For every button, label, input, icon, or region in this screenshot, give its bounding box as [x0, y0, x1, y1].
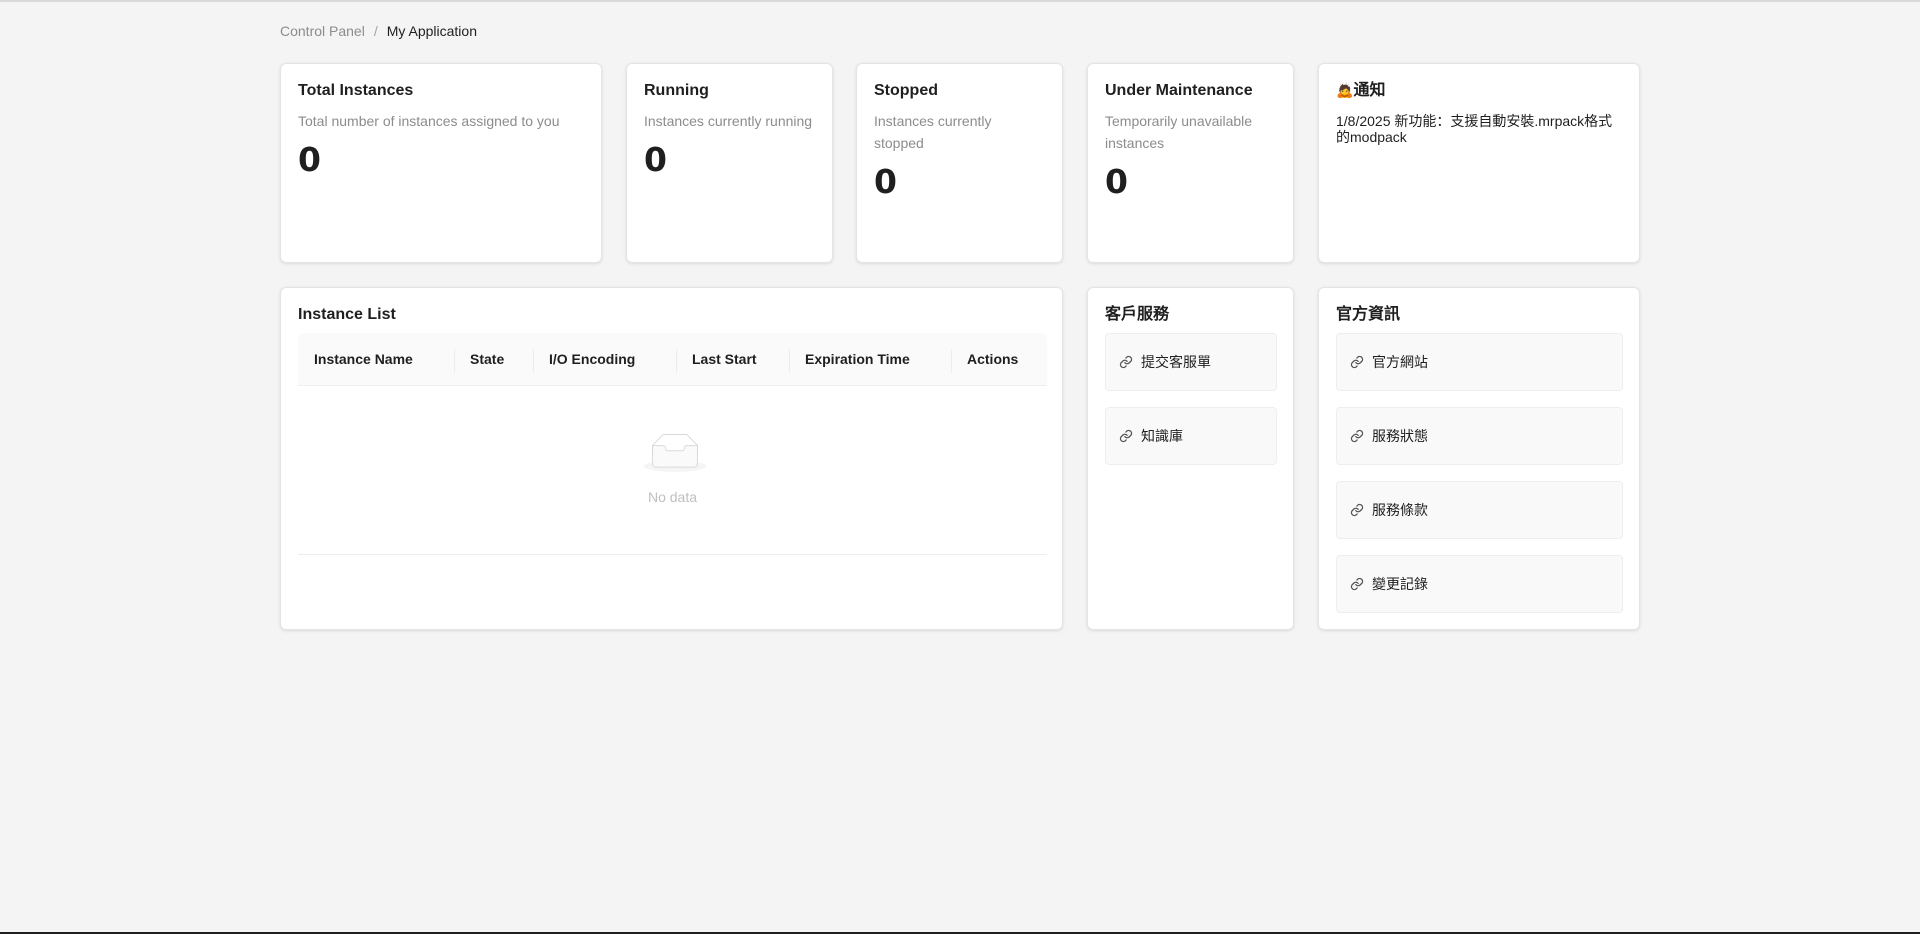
link-knowledge-base[interactable]: 知識庫 — [1105, 407, 1277, 465]
stat-title: Under Maintenance — [1105, 82, 1253, 99]
link-label: 變更記錄 — [1372, 576, 1428, 592]
link-label: 知識庫 — [1141, 428, 1183, 444]
table-empty-state: No data — [298, 386, 1047, 555]
column-header-last-start[interactable]: Last Start — [676, 349, 789, 373]
customer-service-card: 客戶服務 提交客服單 知識庫 — [1087, 287, 1294, 630]
top-border — [0, 0, 1920, 2]
link-icon — [1119, 355, 1133, 369]
stat-subtitle: Total number of instances assigned to yo… — [298, 113, 560, 129]
notice-title-text: 通知 — [1353, 82, 1386, 99]
column-header-actions: Actions — [951, 349, 1047, 373]
breadcrumb: Control Panel / My Application — [280, 23, 477, 39]
stat-title: Total Instances — [298, 82, 414, 99]
link-icon — [1350, 503, 1364, 517]
column-header-io-encoding[interactable]: I/O Encoding — [533, 349, 676, 373]
link-label: 官方網站 — [1372, 354, 1428, 370]
official-info-card: 官方資訊 官方網站 服務狀態 服務條款 變更記錄 — [1318, 287, 1640, 630]
stat-value: 0 — [644, 140, 667, 179]
breadcrumb-separator: / — [373, 23, 378, 39]
stat-card-stopped: Stopped Instances currently stopped 0 — [856, 63, 1063, 263]
stat-title: Running — [644, 82, 709, 99]
official-info-title: 官方資訊 — [1336, 306, 1401, 323]
link-icon — [1350, 429, 1364, 443]
link-label: 服務狀態 — [1372, 428, 1428, 444]
link-terms-of-service[interactable]: 服務條款 — [1336, 481, 1623, 539]
breadcrumb-parent[interactable]: Control Panel — [280, 23, 365, 39]
instance-table-header: Instance Name State I/O Encoding Last St… — [298, 333, 1047, 386]
column-header-state[interactable]: State — [454, 349, 533, 373]
instance-list-card: Instance List Instance Name State I/O En… — [280, 287, 1063, 630]
notice-title: 🙇通知 — [1336, 80, 1622, 101]
stat-value: 0 — [298, 140, 321, 179]
stat-card-total: Total Instances Total number of instance… — [280, 63, 602, 263]
stat-value: 0 — [874, 162, 897, 201]
link-icon — [1350, 577, 1364, 591]
stat-card-running: Running Instances currently running 0 — [626, 63, 833, 263]
link-label: 服務條款 — [1372, 502, 1428, 518]
customer-service-title: 客戶服務 — [1105, 306, 1170, 323]
stat-subtitle: Instances currently running — [644, 113, 813, 129]
instance-list-title: Instance List — [298, 306, 396, 323]
column-header-expiration-time[interactable]: Expiration Time — [789, 349, 951, 373]
stat-title: Stopped — [874, 82, 938, 99]
breadcrumb-current: My Application — [386, 23, 477, 39]
stat-subtitle: Temporarily unavailable instances — [1105, 113, 1253, 151]
empty-text: No data — [647, 489, 698, 505]
link-icon — [1350, 355, 1364, 369]
link-label: 提交客服單 — [1141, 354, 1211, 370]
link-changelog[interactable]: 變更記錄 — [1336, 555, 1623, 613]
notice-text: 1/8/2025 新功能：支援自動安裝.mrpack格式的modpack — [1336, 113, 1613, 145]
link-icon — [1119, 429, 1133, 443]
link-official-website[interactable]: 官方網站 — [1336, 333, 1623, 391]
bowing-person-icon: 🙇 — [1336, 82, 1354, 98]
notice-card: 🙇通知 1/8/2025 新功能：支援自動安裝.mrpack格式的modpack — [1318, 63, 1640, 263]
link-service-status[interactable]: 服務狀態 — [1336, 407, 1623, 465]
stat-subtitle: Instances currently stopped — [874, 113, 992, 151]
stat-card-maintenance: Under Maintenance Temporarily unavailabl… — [1087, 63, 1294, 263]
link-submit-ticket[interactable]: 提交客服單 — [1105, 333, 1277, 391]
stat-value: 0 — [1105, 162, 1128, 201]
column-header-instance-name[interactable]: Instance Name — [298, 351, 454, 367]
empty-inbox-icon — [643, 434, 707, 472]
